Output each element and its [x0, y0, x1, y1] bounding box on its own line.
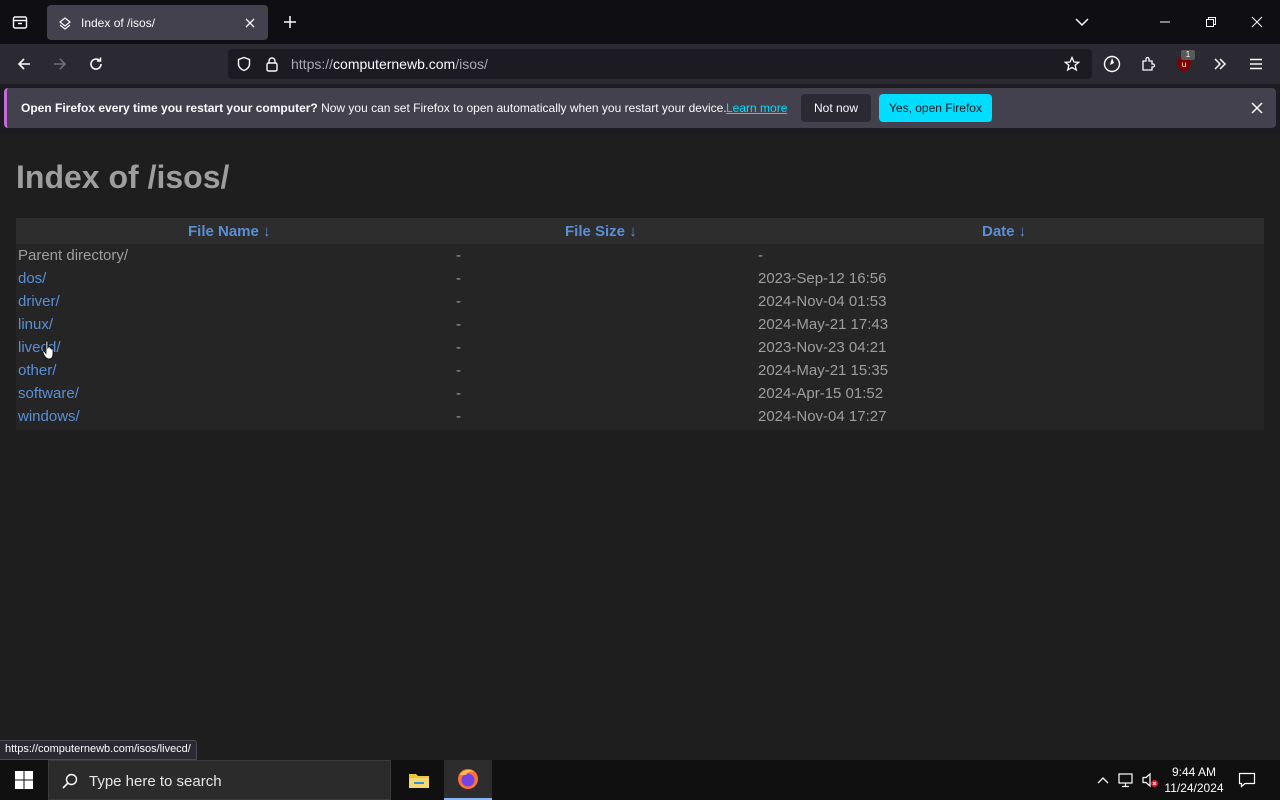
windows-start-icon[interactable]: [0, 760, 48, 800]
tab-bar: Index of /isos/: [0, 0, 1280, 44]
search-icon: [61, 772, 79, 795]
tab-title: Index of /isos/: [81, 15, 156, 30]
page-content: Index of /isos/ File Name ↓ File Size ↓ …: [0, 134, 1280, 760]
notification-bar: Open Firefox every time you restart your…: [4, 88, 1276, 128]
file-name-link[interactable]: Parent directory/: [18, 247, 128, 264]
table-header: File Name ↓ File Size ↓ Date ↓: [16, 218, 1264, 244]
link-status-bar: https://computernewb.com/isos/livecd/: [0, 740, 197, 760]
close-window-icon[interactable]: [1245, 10, 1269, 34]
file-name-link[interactable]: windows/: [18, 408, 80, 425]
notification-message: Open Firefox every time you restart your…: [21, 101, 727, 115]
table-row: livecd/ - 2023-Nov-23 04:21: [16, 337, 1264, 360]
address-bar[interactable]: https://computernewb.com/isos/: [228, 49, 1092, 79]
site-favicon-icon: [57, 15, 73, 31]
file-name-link[interactable]: linux/: [18, 316, 53, 333]
file-size: -: [456, 316, 461, 333]
yes-open-firefox-button[interactable]: Yes, open Firefox: [879, 94, 992, 122]
file-date: 2023-Sep-12 16:56: [758, 270, 887, 287]
windows-taskbar: Type here to search 9:44 AM 11/24/2024: [0, 760, 1280, 800]
file-name-link[interactable]: dos/: [18, 270, 46, 287]
file-listing-table: File Name ↓ File Size ↓ Date ↓ Parent di…: [16, 218, 1264, 430]
learn-more-link[interactable]: Learn more: [726, 101, 787, 115]
table-row: linux/ - 2024-May-21 17:43: [16, 314, 1264, 337]
tab-close-icon[interactable]: [242, 15, 258, 31]
file-date: 2024-May-21 17:43: [758, 316, 889, 333]
file-date: 2024-May-21 15:35: [758, 362, 889, 379]
file-name-link[interactable]: driver/: [18, 293, 60, 310]
table-row: windows/ - 2024-Nov-04 17:27: [16, 406, 1264, 429]
sync-account-icon[interactable]: [1100, 52, 1124, 76]
url-text: https://computernewb.com/isos/: [291, 56, 488, 72]
new-tab-icon[interactable]: [279, 11, 301, 33]
firefox-view-icon[interactable]: [8, 10, 32, 34]
extensions-icon[interactable]: [1136, 52, 1160, 76]
taskbar-search-box[interactable]: Type here to search: [48, 760, 391, 800]
bookmark-star-icon[interactable]: [1063, 55, 1081, 77]
hand-cursor-icon: [42, 340, 56, 362]
file-name-link[interactable]: other/: [18, 362, 56, 379]
forward-icon[interactable]: [48, 52, 72, 76]
hamburger-menu-icon[interactable]: [1244, 52, 1268, 76]
table-row: software/ - 2024-Apr-15 01:52: [16, 383, 1264, 406]
reload-icon[interactable]: [84, 52, 108, 76]
file-size: -: [456, 339, 461, 356]
close-notification-icon[interactable]: [1247, 98, 1267, 118]
search-placeholder: Type here to search: [89, 773, 222, 790]
sort-by-size-link[interactable]: File Size ↓: [565, 223, 637, 240]
back-icon[interactable]: [12, 52, 36, 76]
system-clock[interactable]: 9:44 AM 11/24/2024: [1160, 764, 1228, 796]
volume-muted-icon[interactable]: [1141, 772, 1159, 788]
table-row: Parent directory/ - -: [16, 245, 1264, 268]
file-date: 2024-Nov-04 01:53: [758, 293, 887, 310]
not-now-button[interactable]: Not now: [801, 94, 871, 122]
page-title: Index of /isos/: [16, 159, 230, 195]
firefox-taskbar-icon[interactable]: [444, 760, 492, 800]
clock-time: 9:44 AM: [1171, 765, 1217, 779]
table-row: other/ - 2024-May-21 15:35: [16, 360, 1264, 383]
clock-date: 11/24/2024: [1164, 781, 1224, 795]
lock-icon[interactable]: [264, 56, 280, 77]
overflow-chevrons-icon[interactable]: [1208, 52, 1232, 76]
network-icon[interactable]: [1117, 772, 1135, 788]
sort-by-name-link[interactable]: File Name ↓: [188, 223, 271, 240]
file-date: -: [758, 247, 763, 264]
restore-icon[interactable]: [1199, 10, 1223, 34]
file-size: -: [456, 270, 461, 287]
show-hidden-icons-icon[interactable]: [1094, 772, 1112, 788]
sort-by-date-link[interactable]: Date ↓: [982, 223, 1026, 240]
notifications-icon[interactable]: [1238, 772, 1256, 788]
file-date: 2024-Nov-04 17:27: [758, 408, 887, 425]
table-row: driver/ - 2024-Nov-04 01:53: [16, 291, 1264, 314]
file-size: -: [456, 385, 461, 402]
nav-bar: https://computernewb.com/isos/ u: [0, 44, 1280, 84]
file-size: -: [456, 293, 461, 310]
svg-text:u: u: [1181, 60, 1186, 69]
file-size: -: [456, 408, 461, 425]
file-name-link[interactable]: software/: [18, 385, 79, 402]
list-all-tabs-icon[interactable]: [1070, 10, 1094, 34]
table-row: dos/ - 2023-Sep-12 16:56: [16, 268, 1264, 291]
tab-active[interactable]: Index of /isos/: [47, 5, 268, 40]
tracking-protection-icon[interactable]: [236, 56, 252, 77]
minimize-icon[interactable]: [1153, 10, 1177, 34]
file-date: 2024-Apr-15 01:52: [758, 385, 884, 402]
file-date: 2023-Nov-23 04:21: [758, 339, 887, 356]
file-explorer-icon[interactable]: [395, 760, 443, 800]
file-size: -: [456, 362, 461, 379]
extension-badge: 1: [1181, 50, 1195, 60]
file-size: -: [456, 247, 461, 264]
